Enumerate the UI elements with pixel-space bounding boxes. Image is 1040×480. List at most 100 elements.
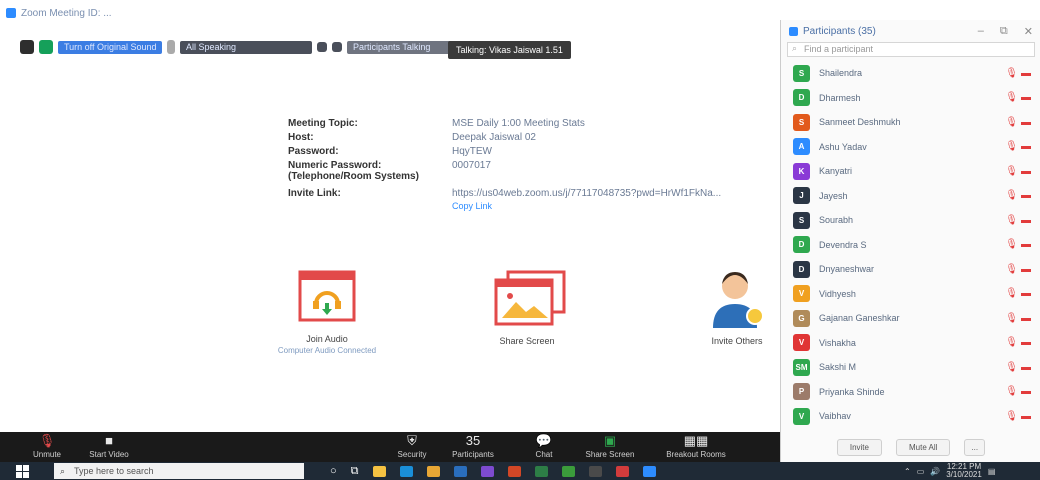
camera-off-icon[interactable]: ▬ bbox=[1021, 190, 1031, 201]
start-video-button[interactable]: ■ Start Video bbox=[84, 434, 134, 460]
security-shield-icon[interactable] bbox=[39, 40, 53, 54]
chrome-icon[interactable] bbox=[561, 465, 575, 477]
taskbar-search-input[interactable]: Type here to search bbox=[54, 463, 304, 479]
participant-item[interactable]: J Jayesh 🎙 ▬ bbox=[781, 184, 1040, 209]
microphone-muted-icon[interactable]: 🎙 bbox=[1005, 313, 1018, 324]
microphone-muted-icon[interactable]: 🎙 bbox=[1005, 190, 1018, 201]
participant-item[interactable]: S Shailendra 🎙 ▬ bbox=[781, 61, 1040, 86]
powerpoint-icon[interactable] bbox=[507, 465, 521, 477]
participant-item[interactable]: D Dnyaneshwar 🎙 ▬ bbox=[781, 257, 1040, 282]
participant-item[interactable]: D Devendra S 🎙 ▬ bbox=[781, 233, 1040, 258]
participant-item[interactable]: V Vidhyesh 🎙 ▬ bbox=[781, 282, 1040, 307]
participant-item[interactable]: D Dharmesh 🎙 ▬ bbox=[781, 86, 1040, 111]
camera-off-icon[interactable]: ▬ bbox=[1021, 386, 1031, 397]
participants-button[interactable]: 35 Participants bbox=[446, 434, 500, 460]
participant-item[interactable]: V Vishakha 🎙 ▬ bbox=[781, 331, 1040, 356]
copy-link-button[interactable]: Copy Link bbox=[452, 201, 721, 211]
meeting-topic-value: MSE Daily 1:00 Meeting Stats bbox=[452, 118, 585, 129]
participant-item[interactable]: P Priyanka Shinde 🎙 ▬ bbox=[781, 380, 1040, 405]
camera-off-icon[interactable]: ▬ bbox=[1021, 166, 1031, 177]
start-button[interactable] bbox=[16, 462, 29, 480]
camera-off-icon[interactable]: ▬ bbox=[1021, 337, 1031, 348]
camera-off-icon[interactable]: ▬ bbox=[1021, 264, 1031, 275]
participant-item[interactable]: K Kanyatri 🎙 ▬ bbox=[781, 159, 1040, 184]
microphone-muted-icon[interactable]: 🎙 bbox=[1005, 239, 1018, 250]
participant-item[interactable]: A Ashu Yadav 🎙 ▬ bbox=[781, 135, 1040, 160]
mute-label: Unmute bbox=[32, 450, 61, 459]
original-sound-button[interactable]: Turn off Original Sound bbox=[58, 40, 162, 54]
close-icon[interactable]: ✕ bbox=[1024, 25, 1033, 38]
participants-header: Participants (35) – ⧉ ✕ bbox=[781, 20, 1040, 42]
participant-name: Jayesh bbox=[819, 190, 848, 201]
popout-icon[interactable]: ⧉ bbox=[1000, 25, 1008, 38]
participant-search-input[interactable]: Find a participant bbox=[787, 42, 1035, 57]
cortana-icon[interactable]: ○ bbox=[330, 465, 337, 477]
minimize-icon[interactable]: – bbox=[978, 25, 984, 38]
participant-item[interactable]: S Sanmeet Deshmukh 🎙 ▬ bbox=[781, 110, 1040, 135]
onenote-icon[interactable] bbox=[480, 465, 494, 477]
zoom-taskbar-icon[interactable] bbox=[642, 465, 656, 477]
camera-off-icon[interactable]: ▬ bbox=[1021, 68, 1031, 79]
microphone-muted-icon[interactable]: 🎙 bbox=[1005, 386, 1018, 397]
pause-icon[interactable] bbox=[332, 42, 342, 52]
microphone-muted-icon[interactable]: 🎙 bbox=[1005, 68, 1018, 79]
camera-off-icon[interactable]: ▬ bbox=[1021, 92, 1031, 103]
app-icon[interactable] bbox=[426, 465, 440, 477]
invite-button[interactable]: Invite bbox=[836, 438, 882, 456]
clock[interactable]: 12:21 PM 3/10/2021 bbox=[946, 463, 982, 479]
volume-icon[interactable]: 🔊 bbox=[930, 467, 940, 476]
chat-label: Chat bbox=[535, 450, 553, 459]
microphone-muted-icon[interactable]: 🎙 bbox=[1005, 411, 1018, 422]
join-audio-action[interactable]: Join Audio Computer Audio Connected bbox=[262, 268, 392, 355]
participant-item[interactable]: S Sourabh 🎙 ▬ bbox=[781, 208, 1040, 233]
participant-item[interactable]: SM Sakshi M 🎙 ▬ bbox=[781, 355, 1040, 380]
share-screen-action[interactable]: Share Screen bbox=[472, 270, 582, 346]
microphone-muted-icon[interactable]: 🎙 bbox=[1005, 92, 1018, 103]
edge-icon[interactable] bbox=[399, 465, 413, 477]
mute-button[interactable]: 🎙 Unmute bbox=[32, 434, 62, 460]
task-view-icon[interactable]: ⧉ bbox=[351, 465, 359, 478]
join-audio-sublabel[interactable]: Computer Audio Connected bbox=[262, 346, 392, 355]
microphone-muted-icon[interactable]: 🎙 bbox=[1005, 117, 1018, 128]
recording-icon[interactable] bbox=[20, 40, 34, 54]
mute-all-button[interactable]: Mute All bbox=[895, 438, 951, 456]
zoom-logo-icon bbox=[789, 26, 798, 36]
breakout-rooms-button[interactable]: ▦▦ Breakout Rooms bbox=[656, 434, 736, 460]
share-screen-arrow-icon: ▣ bbox=[603, 433, 617, 448]
microphone-muted-icon[interactable]: 🎙 bbox=[1005, 166, 1018, 177]
camera-off-icon[interactable]: ▬ bbox=[1021, 411, 1031, 422]
microphone-muted-icon[interactable]: 🎙 bbox=[1005, 362, 1018, 373]
speaking-indicator[interactable]: All Speaking bbox=[180, 40, 312, 54]
microphone-muted-icon[interactable]: 🎙 bbox=[1005, 288, 1018, 299]
more-button[interactable]: ... bbox=[964, 438, 986, 456]
participants-footer: Invite Mute All ... bbox=[781, 432, 1040, 462]
word-icon[interactable] bbox=[453, 465, 467, 477]
tray-arrow-icon[interactable]: ⌃ bbox=[904, 467, 911, 476]
camera-off-icon[interactable]: ▬ bbox=[1021, 239, 1031, 250]
app-icon-2[interactable] bbox=[588, 465, 602, 477]
microphone-muted-icon[interactable]: 🎙 bbox=[1005, 337, 1018, 348]
microphone-muted-icon[interactable]: 🎙 bbox=[1005, 264, 1018, 275]
network-icon[interactable]: ▭ bbox=[917, 467, 925, 476]
participant-item[interactable]: V Vaibhav 🎙 ▬ bbox=[781, 404, 1040, 429]
invite-link-value[interactable]: https://us04web.zoom.us/j/77117048735?pw… bbox=[452, 188, 721, 199]
invite-others-action[interactable]: Invite Others bbox=[700, 266, 774, 346]
app-icon-3[interactable] bbox=[615, 465, 629, 477]
share-screen-button[interactable]: ▣ Share Screen bbox=[582, 433, 638, 460]
camera-off-icon[interactable]: ▬ bbox=[1021, 288, 1031, 299]
microphone-muted-icon[interactable]: 🎙 bbox=[1005, 141, 1018, 152]
excel-icon[interactable] bbox=[534, 465, 548, 477]
camera-off-icon[interactable]: ▬ bbox=[1021, 141, 1031, 152]
security-button[interactable]: ⛨ Security bbox=[394, 434, 430, 460]
chat-button[interactable]: 💬 Chat bbox=[526, 434, 562, 460]
file-explorer-icon[interactable] bbox=[372, 465, 386, 477]
notifications-icon[interactable]: ▤ bbox=[988, 467, 996, 476]
participant-item[interactable]: G Gajanan Ganeshkar 🎙 ▬ bbox=[781, 306, 1040, 331]
chevron-down-icon[interactable] bbox=[317, 42, 327, 52]
participant-status: 🎙 ▬ bbox=[1005, 411, 1031, 422]
microphone-muted-icon[interactable]: 🎙 bbox=[1005, 215, 1018, 226]
camera-off-icon[interactable]: ▬ bbox=[1021, 362, 1031, 373]
camera-off-icon[interactable]: ▬ bbox=[1021, 313, 1031, 324]
camera-off-icon[interactable]: ▬ bbox=[1021, 215, 1031, 226]
camera-off-icon[interactable]: ▬ bbox=[1021, 117, 1031, 128]
